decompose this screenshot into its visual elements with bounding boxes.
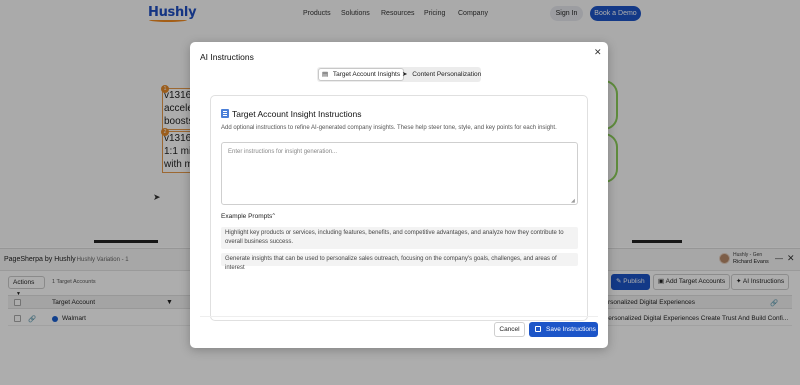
instruction-tabs: ▤ Target Account Insights ➤ Content Pers… (317, 67, 481, 82)
save-icon (535, 326, 541, 332)
instructions-textarea[interactable] (221, 142, 578, 205)
example-prompts-toggle[interactable]: Example Prompts (221, 213, 272, 220)
cancel-button[interactable]: Cancel (494, 322, 525, 337)
insight-instructions-card: Target Account Insight Instructions Add … (210, 95, 588, 321)
footer-divider (200, 316, 598, 317)
example-prompt[interactable]: Generate insights that can be used to pe… (221, 253, 578, 271)
example-prompt[interactable]: Highlight key products or services, incl… (221, 227, 578, 249)
cursor-sparkle-icon: ➤ (402, 71, 408, 78)
close-icon[interactable]: ✕ (594, 47, 602, 58)
document-icon: ▤ (322, 71, 329, 78)
chevron-up-icon[interactable]: ⌃ (271, 212, 276, 220)
save-label: Save Instructions (546, 326, 596, 333)
modal-title: AI Instructions (200, 52, 254, 62)
tab-target-account-insights[interactable]: ▤ Target Account Insights (318, 68, 405, 81)
ai-instructions-modal: AI Instructions ✕ ▤ Target Account Insig… (190, 42, 608, 348)
tab-label: Content Personalization (412, 71, 482, 78)
card-description: Add optional instructions to refine AI-g… (221, 125, 557, 131)
tab-content-personalization[interactable]: ➤ Content Personalization (399, 68, 484, 81)
document-icon (221, 109, 229, 118)
save-instructions-button[interactable]: Save Instructions (529, 322, 598, 337)
resize-handle-icon[interactable]: ◢ (571, 198, 575, 204)
tab-label: Target Account Insights (332, 71, 401, 78)
card-title: Target Account Insight Instructions (232, 109, 362, 119)
